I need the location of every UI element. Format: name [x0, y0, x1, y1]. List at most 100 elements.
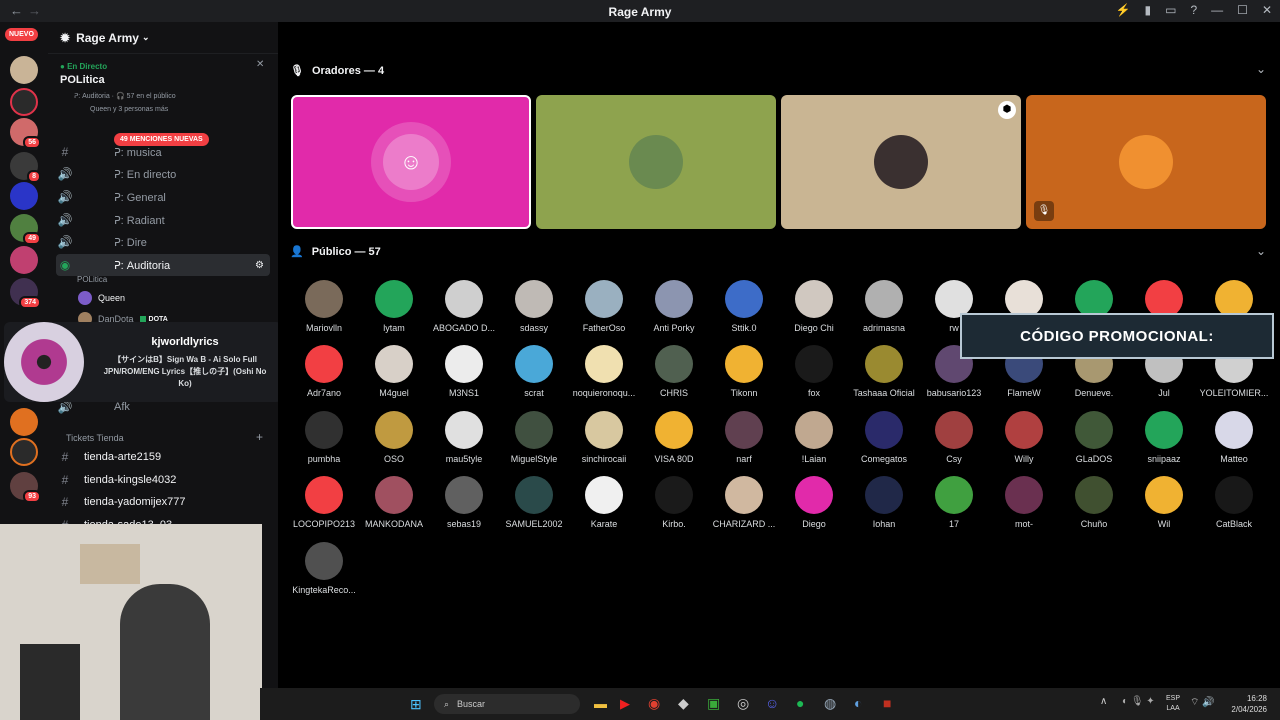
app-icon[interactable]: ◐ — [854, 695, 862, 711]
chevron-down-icon[interactable]: ⌄ — [1256, 244, 1266, 258]
audience-member[interactable]: sniipaaz — [1129, 410, 1199, 464]
server-icon[interactable] — [10, 246, 38, 274]
server-icon[interactable] — [10, 56, 38, 84]
app-icon[interactable]: ◆ — [678, 695, 689, 712]
audience-member[interactable]: Mariovlln — [289, 280, 359, 333]
audience-header[interactable]: 👤 Público — 57 — [290, 245, 381, 259]
chevron-down-icon[interactable]: ⌄ — [1256, 62, 1266, 76]
server-icon[interactable] — [10, 408, 38, 436]
taskbar-search[interactable]: ⌕ Buscar — [434, 694, 580, 714]
audience-member[interactable]: CHRIS — [639, 345, 709, 398]
audience-member[interactable]: OSO — [359, 410, 429, 464]
audience-member[interactable]: 17 — [919, 476, 989, 529]
audience-member[interactable]: lytam — [359, 280, 429, 333]
server-icon[interactable] — [10, 182, 38, 210]
server-icon[interactable] — [10, 88, 38, 116]
language-indicator[interactable]: ESP LAA — [1166, 694, 1180, 714]
speakers-header[interactable]: 🎙 Oradores — 4 — [290, 64, 384, 78]
audience-member[interactable]: M4guel — [359, 345, 429, 398]
audience-member[interactable]: CatBlack — [1199, 476, 1269, 529]
audience-member[interactable]: SAMUEL2002 — [499, 476, 569, 529]
inbox-icon[interactable]: ▭ — [1165, 3, 1176, 17]
audience-member[interactable]: Csy — [919, 410, 989, 464]
audience-member[interactable]: CHARIZARD ... — [709, 476, 779, 529]
audience-member[interactable]: FatherOso — [569, 280, 639, 333]
server-icon[interactable]: 49 — [10, 214, 41, 245]
channel-radiant[interactable]: 🔊 ᕈ: Radiant — [56, 209, 270, 231]
dota-icon[interactable]: ■ — [883, 695, 891, 711]
channel-musica[interactable]: # ᕈ: musica — [56, 141, 270, 163]
tray-icons[interactable]: ◐ 🎙 ✦ — [1122, 696, 1155, 707]
clock[interactable]: 16:28 2/04/2026 — [1215, 693, 1267, 715]
audience-member[interactable]: narf — [709, 410, 779, 464]
audience-member[interactable]: MiguelStyle — [499, 410, 569, 464]
steam-icon[interactable]: ◍ — [824, 695, 836, 712]
audience-member[interactable]: Matteo — [1199, 410, 1269, 464]
ticket-channel[interactable]: # tienda-yadomijex777 — [56, 491, 270, 513]
speaker-tile[interactable]: 🎙 — [1026, 95, 1266, 229]
speaker-tile[interactable]: ⬢ — [781, 95, 1021, 229]
audience-member[interactable]: noquieronoqu... — [569, 345, 639, 398]
audience-member[interactable]: !Laian — [779, 410, 849, 464]
app-icon[interactable]: ◎ — [737, 695, 749, 712]
network-volume-icons[interactable]: ⌔ 🔊 — [1190, 696, 1215, 709]
youtube-icon[interactable]: ▶ — [620, 696, 630, 712]
audience-member[interactable]: Tashaaa Oficial — [849, 345, 919, 398]
ticket-channel[interactable]: # tienda-kingsle4032 — [56, 469, 270, 491]
audience-member[interactable]: Anti Porky — [639, 280, 709, 333]
audience-member[interactable]: KingtekaReco... — [289, 541, 359, 595]
close-icon[interactable]: ✕ — [256, 59, 264, 70]
audience-member[interactable]: Diego Chi — [779, 280, 849, 333]
audience-member[interactable]: MANKODANA — [359, 476, 429, 529]
audience-member[interactable]: ABOGADO D... — [429, 280, 499, 333]
speaker-tile[interactable]: ☺ — [291, 95, 531, 229]
live-stage-panel[interactable]: ● En Directo POLitica ᕈ: Auditoria · 🎧 5… — [54, 58, 272, 117]
chrome-icon[interactable]: ◉ — [648, 695, 660, 712]
help-icon[interactable]: ? — [1190, 3, 1197, 17]
stage-member[interactable]: Queen — [78, 291, 125, 305]
audience-member[interactable]: mau5tyle — [429, 410, 499, 464]
server-icon[interactable]: 374 — [10, 278, 41, 309]
channel-general[interactable]: 🔊 ᕈ: General — [56, 186, 270, 208]
ticket-channel[interactable]: # tienda-arte2159 — [56, 446, 270, 468]
audience-member[interactable]: fox — [779, 345, 849, 398]
discord-icon[interactable]: ☺ — [765, 695, 779, 711]
audience-member[interactable]: LOCOPIPO213 — [289, 476, 359, 529]
audience-member[interactable]: Diego — [779, 476, 849, 529]
channel-dire[interactable]: 🔊 ᕈ: Dire — [56, 231, 270, 253]
explorer-icon[interactable]: ▬ — [594, 696, 607, 711]
tray-chevron-icon[interactable]: ∧ — [1100, 696, 1107, 707]
audience-member[interactable]: VISA 80D — [639, 410, 709, 464]
audience-member[interactable]: adrimasna — [849, 280, 919, 333]
server-header[interactable]: ✹ Rage Army ⌄ ⚇ — [48, 22, 278, 54]
maximize-button[interactable]: ☐ — [1237, 3, 1248, 17]
audience-member[interactable]: mot- — [989, 476, 1059, 529]
settings-icon[interactable]: ⚙ — [255, 260, 264, 271]
channel-auditoria[interactable]: ◉ ᕈ: Auditoria ⚙ — [56, 254, 270, 276]
audience-member[interactable]: M3NS1 — [429, 345, 499, 398]
minimize-button[interactable]: — — [1211, 3, 1223, 17]
audience-member[interactable]: sdassy — [499, 280, 569, 333]
audience-member[interactable]: Wil — [1129, 476, 1199, 529]
audience-member[interactable]: Comegatos — [849, 410, 919, 464]
audience-member[interactable]: Adr7ano — [289, 345, 359, 398]
close-button[interactable]: ✕ — [1262, 3, 1272, 17]
audience-member[interactable]: sebas19 — [429, 476, 499, 529]
audience-member[interactable]: Iohan — [849, 476, 919, 529]
start-icon[interactable]: ⊞ — [410, 696, 422, 713]
server-icon[interactable] — [10, 438, 38, 466]
category-tickets[interactable]: Tickets Tienda — [66, 433, 124, 443]
audience-member[interactable]: Chuño — [1059, 476, 1129, 529]
speaker-tile[interactable] — [536, 95, 776, 229]
audience-member[interactable]: Tikonn — [709, 345, 779, 398]
audience-member[interactable]: pumbha — [289, 410, 359, 464]
audience-member[interactable]: Willy — [989, 410, 1059, 464]
channel-en-directo[interactable]: 🔊 ᕈ: En directo — [56, 163, 270, 185]
server-icon[interactable]: 93 — [10, 472, 41, 503]
pin-icon[interactable]: ▮ — [1145, 3, 1152, 17]
audience-member[interactable]: Kirbo. — [639, 476, 709, 529]
audience-member[interactable]: Sttik.0 — [709, 280, 779, 333]
server-icon[interactable]: 8 — [10, 152, 41, 183]
add-channel-icon[interactable]: + — [256, 430, 263, 444]
xbox-icon[interactable]: ▣ — [707, 695, 720, 712]
